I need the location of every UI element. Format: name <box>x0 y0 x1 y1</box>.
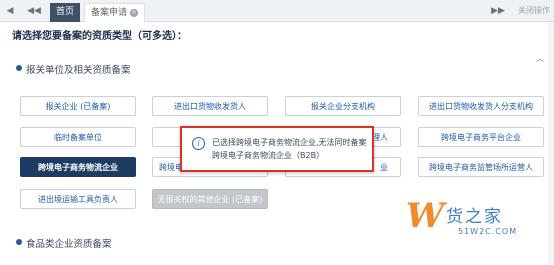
section-title: 食品类企业资质备案 <box>26 239 112 250</box>
close-tab-icon[interactable]: × <box>130 9 139 17</box>
tab-filing-application-label: 备案申请 <box>91 8 128 18</box>
bullet-dot <box>16 239 22 245</box>
option-ecommerce-logistics[interactable]: 跨境电子商务物流企业 <box>20 157 136 177</box>
option-temporary-unit[interactable]: 临时备案单位 <box>20 127 136 147</box>
watermark-logo: W 货之家 51W2C.COM <box>406 196 548 248</box>
info-icon: i <box>192 137 205 150</box>
section-food-enterprise: 食品类企业资质备案 <box>16 236 112 250</box>
scroll-left-icon[interactable]: ◀ <box>0 0 20 22</box>
scrollbar[interactable] <box>548 22 554 265</box>
option-customs-broker[interactable]: 报关企业 (已备案) <box>20 96 136 116</box>
option-consignee-consignor[interactable]: 进出口货物收发货人 <box>152 96 268 116</box>
watermark-url: 51W2C.COM <box>458 227 518 236</box>
watermark-brand: 货之家 <box>446 207 503 227</box>
option-consignee-branch[interactable]: 进出口货物收发货人分支机构 <box>418 96 544 116</box>
tabs-next-icon[interactable]: ▶▶ <box>490 0 506 22</box>
bullet-dot <box>16 65 22 71</box>
conflict-alert-dialog: i 已选择跨境电子商务物流企业,无法同时备案跨境电子商务物流企业（B2B） <box>180 126 374 172</box>
option-transport-vehicle-owner[interactable]: 进出境运输工具负责人 <box>20 189 136 209</box>
option-other-enterprise[interactable]: 无报关权的其他企业 (已备案) <box>152 189 268 209</box>
section-title: 报关单位及相关资质备案 <box>26 65 131 76</box>
section-customs-declaration: 报关单位及相关资质备案 <box>16 62 131 76</box>
tab-filing-application[interactable]: 备案申请 × <box>84 3 146 22</box>
tabs-prev-icon[interactable]: ◀◀ <box>22 0 46 22</box>
page: ◀ ◀◀ 首页 备案申请 × ▶▶ 关闭操作 请选择您要备案的资质类型（可多选）：… <box>0 0 554 265</box>
tab-bar: ◀ ◀◀ 首页 备案申请 × ▶▶ 关闭操作 <box>0 0 554 22</box>
chevron-up-icon[interactable]: ︿ <box>536 53 544 64</box>
watermark-w-mark: W <box>406 196 445 236</box>
option-ecommerce-platform[interactable]: 跨境电子商务平台企业 <box>418 127 544 147</box>
qualification-question: 请选择您要备案的资质类型（可多选）： <box>12 31 187 42</box>
tab-home-label: 首页 <box>56 7 75 17</box>
tab-home[interactable]: 首页 <box>50 3 81 22</box>
alert-message: 已选择跨境电子商务物流企业,无法同时备案跨境电子商务物流企业（B2B） <box>212 138 367 160</box>
close-operations-button[interactable]: 关闭操作 <box>518 0 550 22</box>
option-broker-branch[interactable]: 报关企业分支机构 <box>285 96 401 116</box>
option-supervision-site-operator[interactable]: 跨境电子商务监管场所运营人 <box>418 157 544 177</box>
